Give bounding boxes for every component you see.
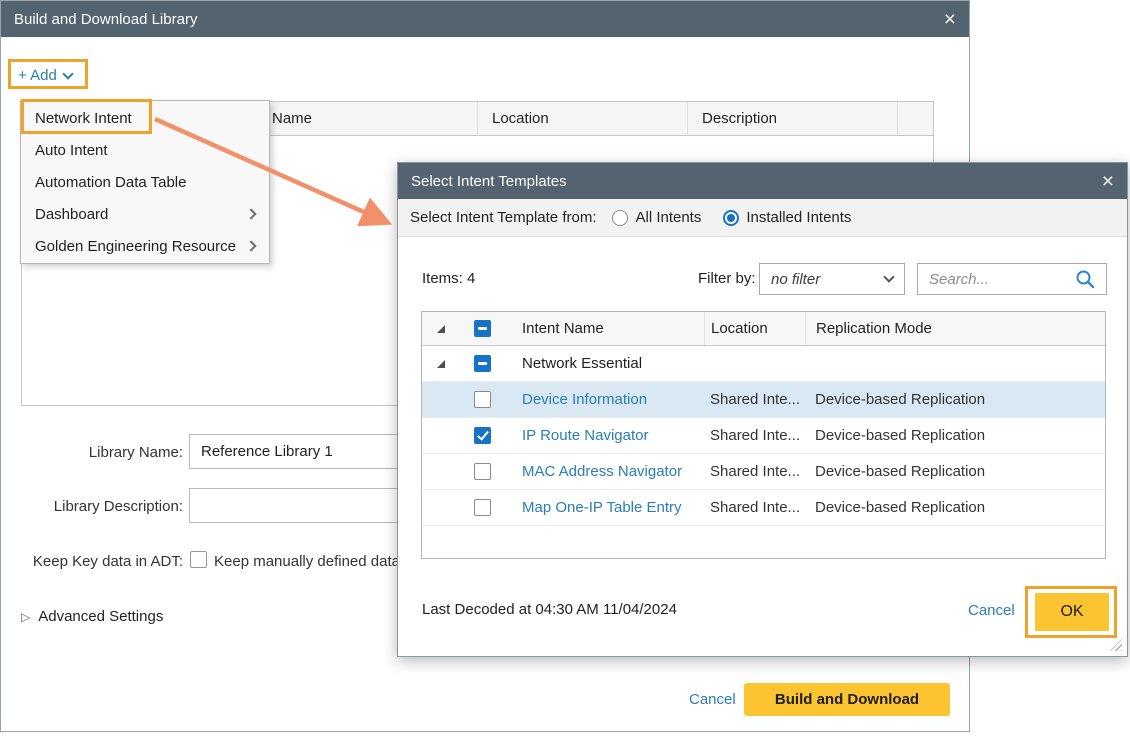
column-header-replication-mode[interactable]: Replication Mode (805, 312, 1105, 345)
add-button[interactable]: + Add (18, 67, 72, 84)
row-checkbox[interactable] (460, 391, 504, 408)
group-checkbox[interactable] (460, 355, 504, 372)
select-all-checkbox[interactable] (460, 320, 504, 337)
table-row[interactable]: Map One-IP Table Entry Shared Inte... De… (422, 490, 1105, 526)
menu-item-label: Network Intent (35, 110, 132, 127)
row-checkbox[interactable] (460, 463, 504, 480)
library-description-label: Library Description: (1, 498, 183, 515)
build-download-titlebar: Build and Download Library × (1, 1, 969, 37)
table-row[interactable]: MAC Address Navigator Shared Inte... Dev… (422, 454, 1105, 490)
items-count: Items: 4 (422, 270, 475, 287)
column-header-location[interactable]: Location (477, 102, 687, 135)
menu-item-label: Golden Engineering Resource (35, 238, 236, 255)
row-replication: Device-based Replication (805, 499, 1105, 516)
select-intent-titlebar: Select Intent Templates × (398, 163, 1127, 199)
intent-link[interactable]: IP Route Navigator (504, 427, 704, 444)
radio-installed-intents[interactable] (723, 210, 739, 226)
submenu-chevron-icon (245, 208, 256, 219)
select-intent-templates-dialog: Select Intent Templates × Select Intent … (397, 162, 1128, 657)
add-button-label: + Add (18, 67, 57, 84)
chevron-down-icon (62, 68, 73, 79)
expander-triangle-icon: ▷ (21, 610, 30, 624)
last-decoded-status: Last Decoded at 04:30 AM 11/04/2024 (422, 601, 677, 618)
keep-key-checkbox[interactable] (190, 551, 207, 568)
column-header-extra (897, 102, 933, 135)
select-intent-title: Select Intent Templates (411, 173, 567, 190)
library-name-label: Library Name: (1, 444, 183, 461)
radio-group-label: Select Intent Template from: (410, 209, 596, 226)
intent-templates-table: Intent Name Location Replication Mode Ne… (421, 311, 1106, 559)
menu-item-label: Automation Data Table (35, 174, 187, 191)
dialog-title: Build and Download Library (14, 11, 197, 28)
chevron-down-icon (883, 271, 894, 282)
resize-handle[interactable] (1110, 639, 1122, 651)
column-header-description[interactable]: Description (687, 102, 897, 135)
intent-source-radio-row: Select Intent Template from: All Intents… (398, 199, 1127, 237)
filter-select-value: no filter (771, 271, 820, 288)
collapse-all-icon[interactable] (422, 325, 460, 333)
intent-table-header: Intent Name Location Replication Mode (422, 312, 1105, 346)
row-location: Shared Inte... (704, 427, 805, 444)
intent-link[interactable]: Device Information (504, 391, 704, 408)
row-checkbox[interactable] (460, 427, 504, 444)
menu-item-auto-intent[interactable]: Auto Intent (21, 134, 269, 166)
menu-item-golden-engineering-resource[interactable]: Golden Engineering Resource (21, 230, 269, 262)
search-input[interactable]: Search... (917, 263, 1107, 295)
column-header-name[interactable]: Name (257, 102, 477, 135)
row-checkbox[interactable] (460, 499, 504, 516)
main-cancel-button[interactable]: Cancel (689, 691, 736, 708)
group-row-network-essential[interactable]: Network Essential (422, 346, 1105, 382)
row-replication: Device-based Replication (805, 463, 1105, 480)
row-location: Shared Inte... (704, 463, 805, 480)
row-location: Shared Inte... (704, 499, 805, 516)
table-row[interactable]: IP Route Navigator Shared Inte... Device… (422, 418, 1105, 454)
menu-item-dashboard[interactable]: Dashboard (21, 198, 269, 230)
filter-by-label: Filter by: (698, 270, 756, 287)
radio-all-intents[interactable] (612, 210, 628, 226)
column-header-location[interactable]: Location (704, 312, 805, 345)
ok-button[interactable]: OK (1035, 593, 1109, 631)
menu-item-automation-data-table[interactable]: Automation Data Table (21, 166, 269, 198)
advanced-settings-expander[interactable]: ▷ Advanced Settings (21, 608, 163, 625)
radio-all-intents-label: All Intents (635, 209, 701, 226)
intent-link[interactable]: MAC Address Navigator (504, 463, 704, 480)
library-name-value: Reference Library 1 (201, 443, 333, 460)
row-replication: Device-based Replication (805, 391, 1105, 408)
menu-item-network-intent[interactable]: Network Intent (21, 102, 269, 134)
search-placeholder: Search... (929, 271, 989, 288)
intent-link[interactable]: Map One-IP Table Entry (504, 499, 704, 516)
column-header-intent-name[interactable]: Intent Name (504, 320, 704, 337)
build-and-download-button[interactable]: Build and Download (744, 683, 950, 716)
group-name: Network Essential (504, 355, 704, 372)
table-row[interactable]: Device Information Shared Inte... Device… (422, 382, 1105, 418)
add-dropdown-menu: Network Intent Auto Intent Automation Da… (20, 100, 270, 264)
row-replication: Device-based Replication (805, 427, 1105, 444)
search-icon[interactable] (1075, 269, 1095, 289)
filter-select[interactable]: no filter (759, 263, 905, 295)
row-location: Shared Inte... (704, 391, 805, 408)
advanced-settings-label: Advanced Settings (38, 608, 163, 625)
close-icon[interactable]: × (1102, 171, 1114, 192)
radio-installed-intents-label: Installed Intents (746, 209, 851, 226)
submenu-chevron-icon (245, 240, 256, 251)
close-icon[interactable]: × (944, 9, 956, 30)
collapse-group-icon[interactable] (422, 360, 460, 368)
select-dialog-cancel-button[interactable]: Cancel (968, 602, 1015, 619)
keep-key-label: Keep Key data in ADT: (1, 553, 183, 570)
menu-item-label: Dashboard (35, 206, 108, 223)
keep-key-checkbox-label: Keep manually defined data (214, 553, 400, 570)
menu-item-label: Auto Intent (35, 142, 108, 159)
